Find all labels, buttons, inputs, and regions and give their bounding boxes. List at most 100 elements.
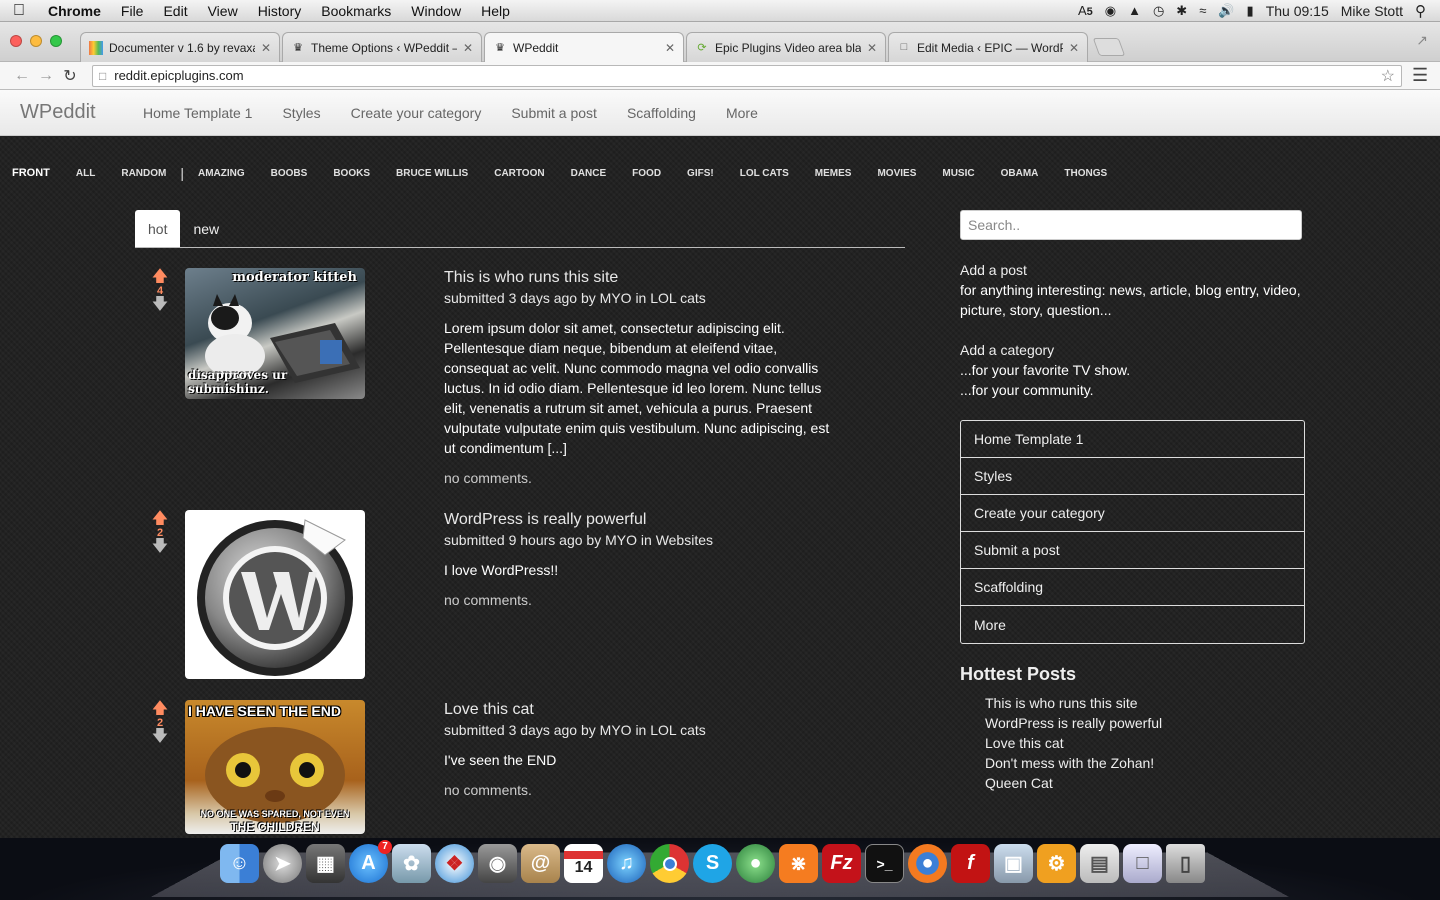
tab-close-icon[interactable]: ✕ xyxy=(463,41,473,55)
bookmark-star-icon[interactable]: ☆ xyxy=(1381,66,1395,86)
post-author[interactable]: MYO xyxy=(600,290,632,306)
safari-icon[interactable]: ❖ xyxy=(435,844,474,883)
post-author[interactable]: MYO xyxy=(605,532,637,548)
launchpad-icon[interactable]: ➤ xyxy=(263,844,302,883)
reload-icon[interactable]: ↻ xyxy=(58,66,82,86)
post-comments-link[interactable]: no comments. xyxy=(444,780,834,800)
menu-bookmarks[interactable]: Bookmarks xyxy=(311,3,401,19)
post-title[interactable]: WordPress is really powerful xyxy=(444,510,834,530)
menu-view[interactable]: View xyxy=(198,3,248,19)
category-food[interactable]: FOOD xyxy=(632,168,661,179)
add-category-link[interactable]: Add a category xyxy=(960,340,1305,360)
menu-edit[interactable]: Edit xyxy=(153,3,197,19)
flash-icon[interactable]: f xyxy=(951,844,990,883)
fullscreen-icon[interactable]: ↗ xyxy=(1416,32,1428,49)
category-boobs[interactable]: BOOBS xyxy=(271,168,308,179)
post-comments-link[interactable]: no comments. xyxy=(444,468,834,488)
evernote-icon[interactable]: ◉ xyxy=(1105,3,1116,19)
tab-wpeddit[interactable]: ♛ WPeddit ✕ xyxy=(484,32,684,62)
tab-documenter[interactable]: Documenter v 1.6 by revaxar ✕ xyxy=(80,32,280,62)
tab-close-icon[interactable]: ✕ xyxy=(867,41,877,55)
contacts-icon[interactable]: @ xyxy=(521,844,560,883)
skype-status-icon[interactable]: ▲ xyxy=(1128,3,1141,18)
tab-hot[interactable]: hot xyxy=(135,210,181,247)
battery-icon[interactable]: ▮ xyxy=(1247,3,1254,19)
filezilla-icon[interactable]: Fz xyxy=(822,844,861,883)
category-gifs[interactable]: GIFS! xyxy=(687,168,714,179)
adobe-icon[interactable]: A5 xyxy=(1078,3,1093,18)
hottest-post-link[interactable]: This is who runs this site xyxy=(985,693,1305,713)
volume-icon[interactable]: 🔊 xyxy=(1218,3,1234,19)
menu-help[interactable]: Help xyxy=(471,3,520,19)
documents-icon[interactable]: ▤ xyxy=(1080,844,1119,883)
post-title[interactable]: This is who runs this site xyxy=(444,268,834,288)
close-window-button[interactable] xyxy=(10,35,22,47)
zoom-window-button[interactable] xyxy=(50,35,62,47)
bluetooth-icon[interactable]: ✱ xyxy=(1176,3,1187,19)
facetime-icon[interactable]: ◉ xyxy=(478,844,517,883)
menubar-user[interactable]: Mike Stott xyxy=(1341,3,1403,19)
downvote-arrow-icon[interactable]: 🡇 xyxy=(150,539,170,555)
nav-more[interactable]: More xyxy=(711,105,773,121)
sidebar-item-scaffolding[interactable]: Scaffolding xyxy=(961,569,1304,606)
nav-home-template[interactable]: Home Template 1 xyxy=(128,105,267,121)
post-category[interactable]: Websites xyxy=(656,532,713,548)
category-front[interactable]: FRONT xyxy=(12,167,50,179)
finder-icon[interactable]: ☺ xyxy=(220,844,259,883)
hottest-post-link[interactable]: Queen Cat xyxy=(985,773,1305,793)
tab-edit-media[interactable]: □ Edit Media ‹ EPIC — WordPre ✕ xyxy=(888,32,1088,62)
xampp-icon[interactable]: ⋇ xyxy=(779,844,818,883)
category-books[interactable]: BOOKS xyxy=(333,168,370,179)
category-memes[interactable]: MEMES xyxy=(815,168,852,179)
post-category[interactable]: LOL cats xyxy=(650,290,706,306)
system-utility-icon[interactable]: ▦ xyxy=(306,844,345,883)
tab-close-icon[interactable]: ✕ xyxy=(261,41,271,55)
hottest-post-link[interactable]: Love this cat xyxy=(985,733,1305,753)
tab-epic-plugins[interactable]: ⟳ Epic Plugins Video area blank ✕ xyxy=(686,32,886,62)
post-thumbnail[interactable]: moderator kitteh disapproves ur submishi… xyxy=(185,268,365,399)
wifi-icon[interactable]: ≈ xyxy=(1199,3,1206,18)
post-category[interactable]: LOL cats xyxy=(650,722,706,738)
category-dance[interactable]: DANCE xyxy=(571,168,607,179)
trash-icon[interactable]: ▯ xyxy=(1166,844,1205,883)
hottest-post-link[interactable]: WordPress is really powerful xyxy=(985,713,1305,733)
category-all[interactable]: ALL xyxy=(76,168,95,179)
page-info-icon[interactable]: □ xyxy=(99,69,106,83)
post-title[interactable]: Love this cat xyxy=(444,700,834,720)
chrome-menu-icon[interactable]: ☰ xyxy=(1412,65,1428,86)
menu-file[interactable]: File xyxy=(111,3,154,19)
skype-icon[interactable]: S xyxy=(693,844,732,883)
tab-theme-options[interactable]: ♛ Theme Options ‹ WPeddit — ✕ xyxy=(282,32,482,62)
minimize-window-button[interactable] xyxy=(30,35,42,47)
sidebar-item-home-template[interactable]: Home Template 1 xyxy=(961,421,1304,458)
category-random[interactable]: RANDOM xyxy=(121,168,166,179)
apple-menu-icon[interactable]:  xyxy=(0,2,38,20)
post-thumbnail[interactable] xyxy=(185,510,365,679)
category-thongs[interactable]: THONGS xyxy=(1064,168,1107,179)
address-bar[interactable]: □ reddit.epicplugins.com ☆ xyxy=(92,64,1402,87)
upvote-arrow-icon[interactable]: 🡅 xyxy=(150,701,170,717)
category-movies[interactable]: MOVIES xyxy=(877,168,916,179)
nav-scaffolding[interactable]: Scaffolding xyxy=(612,105,711,121)
category-music[interactable]: MUSIC xyxy=(942,168,974,179)
sidebar-item-more[interactable]: More xyxy=(961,606,1304,643)
post-thumbnail[interactable]: I HAVE SEEN THE END NO ONE WAS SPARED, N… xyxy=(185,700,365,834)
tab-close-icon[interactable]: ✕ xyxy=(1069,41,1079,55)
iphoto-icon[interactable]: ▣ xyxy=(994,844,1033,883)
nav-submit-post[interactable]: Submit a post xyxy=(496,105,612,121)
upvote-arrow-icon[interactable]: 🡅 xyxy=(150,269,170,285)
menu-app-name[interactable]: Chrome xyxy=(38,3,111,19)
preview-icon[interactable]: ✿ xyxy=(392,844,431,883)
tab-new[interactable]: new xyxy=(180,210,232,247)
firefox-icon[interactable]: ● xyxy=(908,844,947,883)
settings-icon[interactable]: ⚙ xyxy=(1037,844,1076,883)
hottest-post-link[interactable]: Don't mess with the Zohan! xyxy=(985,753,1305,773)
post-author[interactable]: MYO xyxy=(600,722,632,738)
downloads-icon[interactable]: □ xyxy=(1123,844,1162,883)
site-brand[interactable]: WPeddit xyxy=(20,101,128,124)
network-icon[interactable]: ● xyxy=(736,844,775,883)
nav-styles[interactable]: Styles xyxy=(267,105,335,121)
menubar-clock[interactable]: Thu 09:15 xyxy=(1266,3,1329,19)
itunes-icon[interactable]: ♫ xyxy=(607,844,646,883)
sidebar-item-styles[interactable]: Styles xyxy=(961,458,1304,495)
